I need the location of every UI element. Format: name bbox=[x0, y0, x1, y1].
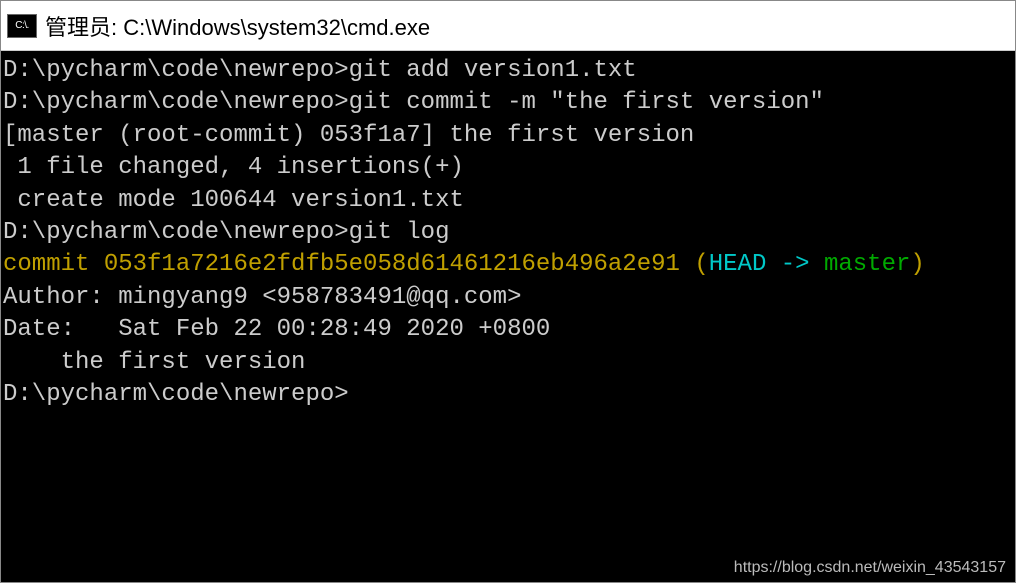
commit-line: commit 053f1a7216e2fdfb5e058d61461216eb4… bbox=[3, 249, 1013, 281]
terminal-line: D:\pycharm\code\newrepo>git add version1… bbox=[3, 55, 1013, 87]
command-text: git log bbox=[349, 219, 450, 246]
command-text: git add version1.txt bbox=[349, 57, 637, 84]
window-title: 管理员: C:\Windows\system32\cmd.exe bbox=[45, 10, 430, 42]
terminal-line: create mode 100644 version1.txt bbox=[3, 185, 1013, 217]
titlebar[interactable]: C:\. 管理员: C:\Windows\system32\cmd.exe bbox=[1, 1, 1015, 51]
head-ref: HEAD -> bbox=[709, 251, 824, 278]
prompt: D:\pycharm\code\newrepo> bbox=[3, 89, 349, 116]
commit-message: the first version bbox=[3, 347, 1013, 379]
paren-close: ) bbox=[910, 251, 924, 278]
author-line: Author: mingyang9 <958783491@qq.com> bbox=[3, 282, 1013, 314]
cmd-window: C:\. 管理员: C:\Windows\system32\cmd.exe D:… bbox=[0, 0, 1016, 583]
date-line: Date: Sat Feb 22 00:28:49 2020 +0800 bbox=[3, 314, 1013, 346]
prompt: D:\pycharm\code\newrepo> bbox=[3, 57, 349, 84]
terminal-line: 1 file changed, 4 insertions(+) bbox=[3, 152, 1013, 184]
prompt: D:\pycharm\code\newrepo> bbox=[3, 379, 1013, 411]
branch-name: master bbox=[824, 251, 910, 278]
watermark-text: https://blog.csdn.net/weixin_43543157 bbox=[734, 559, 1006, 577]
terminal-line: D:\pycharm\code\newrepo>git commit -m "t… bbox=[3, 87, 1013, 119]
commit-hash: commit 053f1a7216e2fdfb5e058d61461216eb4… bbox=[3, 251, 680, 278]
cmd-icon: C:\. bbox=[7, 14, 37, 38]
command-text: git commit -m "the first version" bbox=[349, 89, 824, 116]
terminal-line: [master (root-commit) 053f1a7] the first… bbox=[3, 120, 1013, 152]
prompt: D:\pycharm\code\newrepo> bbox=[3, 219, 349, 246]
paren-open: ( bbox=[680, 251, 709, 278]
terminal-line: D:\pycharm\code\newrepo>git log bbox=[3, 217, 1013, 249]
terminal-output[interactable]: D:\pycharm\code\newrepo>git add version1… bbox=[1, 51, 1015, 582]
